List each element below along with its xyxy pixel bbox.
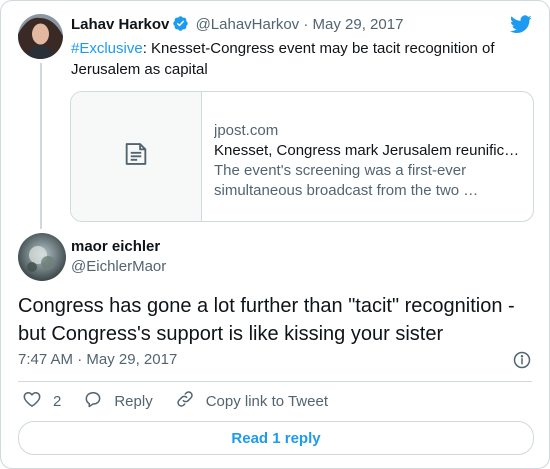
copy-link-button[interactable]: Copy link to Tweet: [175, 389, 328, 413]
link-domain: jpost.com: [214, 122, 279, 139]
like-count: 2: [53, 392, 62, 410]
link-thumbnail: [71, 92, 202, 221]
reply-label: Reply: [114, 392, 153, 410]
tweet-timestamp[interactable]: 7:47 AM · May 29, 2017: [18, 350, 177, 370]
dot-separator: ·: [77, 351, 83, 368]
tweet-time[interactable]: 7:47 AM: [18, 351, 73, 368]
link-description-line2: simultaneous broadcast from the two …: [214, 182, 479, 199]
author-handle[interactable]: @LahavHarkov: [196, 16, 300, 33]
heart-icon: [22, 389, 53, 413]
reply-button[interactable]: Reply: [83, 389, 153, 413]
reply-tweet-text: Congress has gone a lot further than "ta…: [18, 295, 515, 345]
link-body: jpost.com Knesset, Congress mark Jerusal…: [214, 121, 524, 201]
hashtag-link[interactable]: #Exclusive: [71, 40, 143, 57]
copy-link-label: Copy link to Tweet: [205, 392, 328, 410]
thread-line: [40, 63, 42, 229]
reply-bubble-icon: [83, 389, 114, 413]
like-button[interactable]: 2: [22, 389, 61, 413]
tweet-actions: 2 Reply Copy link to Tweet: [22, 390, 350, 412]
tweet-date[interactable]: May 29, 2017: [86, 351, 177, 368]
reply-tweet-header: maor eichler @EichlerMaor: [71, 237, 166, 277]
link-description-line1: The event's screening was a first-ever: [214, 162, 467, 179]
document-icon: [122, 140, 150, 173]
dot-separator: ·: [303, 16, 309, 33]
parent-tweet-text: #Exclusive: Knesset-Congress event may b…: [71, 38, 521, 80]
twitter-bird-icon[interactable]: [510, 15, 532, 39]
link-icon: [175, 389, 206, 413]
lahav-avatar[interactable]: [18, 14, 63, 59]
read-replies-button[interactable]: Read 1 reply: [18, 421, 534, 455]
reply-author-handle[interactable]: @EichlerMaor: [71, 257, 166, 277]
embedded-tweet-card: Lahav Harkov @LahavHarkov · May 29, 2017…: [0, 0, 550, 469]
parent-tweet-header: Lahav Harkov @LahavHarkov · May 29, 2017: [71, 15, 403, 38]
author-name[interactable]: Lahav Harkov: [71, 16, 169, 33]
link-title: Knesset, Congress mark Jerusalem reunifi…: [214, 142, 520, 159]
reply-author-name[interactable]: maor eichler: [71, 237, 166, 257]
link-preview-card[interactable]: jpost.com Knesset, Congress mark Jerusal…: [70, 91, 534, 222]
divider: [18, 381, 532, 382]
maor-avatar[interactable]: [18, 233, 66, 281]
verified-badge-icon: [172, 15, 189, 38]
info-icon[interactable]: [512, 350, 532, 375]
tweet-date[interactable]: May 29, 2017: [313, 16, 404, 33]
